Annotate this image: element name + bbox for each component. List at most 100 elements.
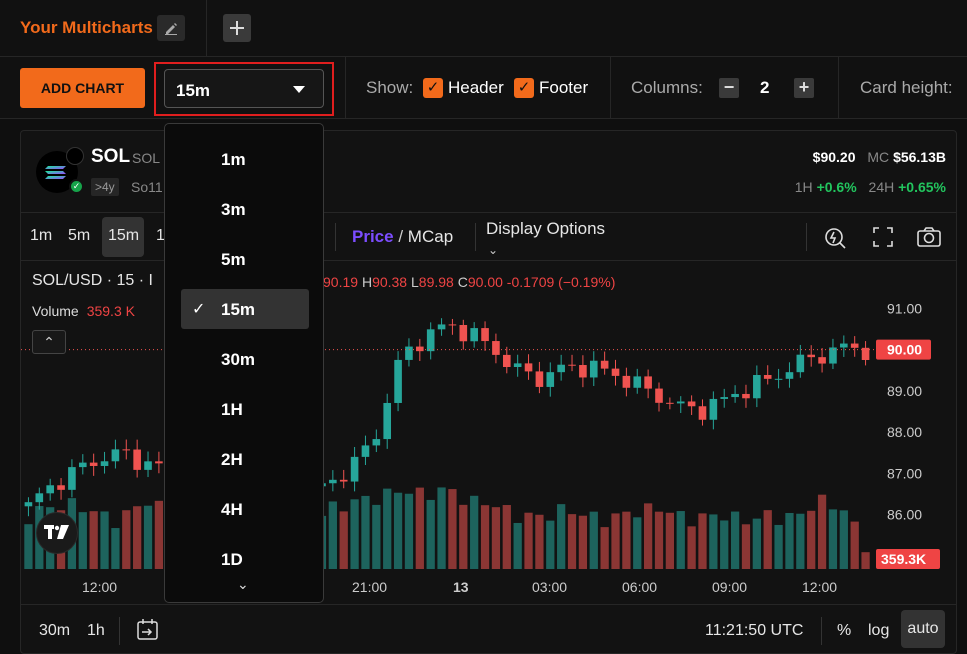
candle-body	[579, 365, 587, 378]
header-checkbox[interactable]: ✓	[423, 78, 443, 98]
chart-legend: SOL/USD · 15 · I	[32, 272, 153, 290]
candlestick-chart[interactable]: 91.0090.0089.0088.0087.0086.0085.0090.00…	[21, 262, 957, 602]
volume-bar	[839, 510, 848, 569]
dropdown-item-1d[interactable]: 1D	[181, 539, 309, 579]
candle-body	[687, 401, 696, 407]
candle-body	[546, 372, 555, 387]
volume-bar	[404, 493, 414, 569]
volume-bar	[491, 507, 501, 569]
candle-body	[416, 346, 424, 352]
volume-bar	[143, 505, 153, 569]
dropdown-item-label: 3m	[221, 200, 246, 219]
columns-decrement-button[interactable]: −	[719, 78, 739, 98]
candle-body	[829, 347, 837, 364]
candle-body	[361, 445, 370, 457]
dropdown-item-4h[interactable]: 4H	[181, 489, 309, 529]
candle-body	[655, 388, 663, 403]
interval-5m[interactable]: 5m	[68, 227, 90, 245]
utc-clock[interactable]: 11:21:50 UTC	[705, 622, 803, 640]
x-tick-label: 12:00	[82, 579, 117, 595]
legend-close: 90.00	[467, 274, 503, 290]
columns-label: Columns:	[631, 78, 703, 97]
indicators-icon[interactable]	[821, 223, 849, 251]
x-tick-label: 03:00	[532, 579, 567, 595]
header-checkbox-label[interactable]: Header	[448, 78, 504, 98]
edit-title-button[interactable]	[157, 15, 185, 41]
collapse-legend-button[interactable]: ⌃	[32, 330, 66, 354]
footer-checkbox[interactable]: ✓	[514, 78, 534, 98]
volume-bar	[122, 510, 131, 569]
multicharts-title[interactable]: Your Multicharts	[20, 18, 153, 38]
interval-1m[interactable]: 1m	[30, 227, 52, 245]
footer-checkbox-label[interactable]: Footer	[539, 78, 588, 98]
volume-bar	[578, 515, 588, 569]
card-height-label: Card height:	[860, 78, 953, 97]
token-price: $90.20	[812, 149, 856, 165]
percent-scale-button[interactable]: %	[837, 622, 851, 640]
dropdown-item-label: 2H	[221, 450, 243, 469]
candle-body	[818, 357, 826, 364]
dropdown-item-5m[interactable]: 5m	[181, 239, 309, 279]
volume-bar	[535, 514, 544, 569]
candle-body	[742, 393, 750, 399]
volume-bar	[111, 528, 120, 569]
columns-increment-button[interactable]: +	[794, 78, 814, 98]
candle-body	[763, 375, 772, 379]
volume-bar	[665, 512, 675, 569]
candle-body	[513, 363, 522, 368]
timeframe-select[interactable]: 15m	[164, 69, 324, 108]
candle-body	[481, 328, 489, 342]
volume-bar	[600, 527, 609, 569]
candle-body	[459, 324, 468, 342]
x-tick-label: 06:00	[622, 579, 657, 595]
h1-change: +0.6%	[816, 179, 857, 195]
dropdown-item-1m[interactable]: 1m	[181, 139, 309, 179]
candle-body	[437, 324, 446, 330]
dropdown-item-3m[interactable]: 3m	[181, 189, 309, 229]
candle-body	[470, 328, 478, 342]
volume-bar	[470, 495, 479, 569]
dropdown-item-label: 5m	[221, 250, 246, 269]
display-options-button[interactable]: Display Options	[486, 219, 605, 239]
candle-body	[666, 402, 674, 404]
candle-body	[850, 343, 859, 348]
range-30m-button[interactable]: 30m	[39, 622, 70, 640]
dropdown-item-label: 4H	[221, 500, 243, 519]
tradingview-logo-icon[interactable]	[36, 512, 78, 554]
token-address[interactable]: So11	[131, 179, 163, 195]
dropdown-item-label: 1D	[221, 550, 243, 569]
volume-bar	[730, 511, 740, 569]
price-toggle[interactable]: Price	[352, 227, 394, 246]
chevron-down-icon[interactable]: ⌄	[237, 576, 249, 593]
candle-body	[502, 354, 511, 368]
y-tick-label: 86.00	[887, 507, 922, 523]
dropdown-item-2h[interactable]: 2H	[181, 439, 309, 479]
candle-body	[100, 461, 109, 466]
dropdown-item-30m[interactable]: 30m	[181, 339, 309, 379]
dropdown-item-15m[interactable]: ✓ 15m	[181, 289, 309, 329]
timeframe-dropdown: 1m 3m 5m ✓ 15m 30m 1H 2H 4H 1D ⌄	[164, 123, 324, 603]
log-scale-button[interactable]: log	[868, 622, 889, 640]
dropdown-item-1h[interactable]: 1H	[181, 389, 309, 429]
add-chart-button[interactable]: ADD CHART	[20, 68, 145, 108]
price-mcap-toggle[interactable]: Price / MCap	[352, 227, 453, 247]
candle-body	[133, 449, 141, 470]
volume-bar	[785, 512, 794, 569]
y-tick-label: 89.00	[887, 383, 922, 399]
volume-bar	[622, 511, 631, 569]
add-tab-button[interactable]	[223, 14, 251, 42]
mc-label: MC	[867, 149, 890, 165]
mcap-toggle[interactable]: MCap	[408, 227, 453, 246]
volume-bar	[513, 522, 522, 569]
chart-plot-area[interactable]: 91.0090.0089.0088.0087.0086.0085.0090.00…	[21, 262, 957, 602]
candle-body	[350, 456, 359, 482]
y-tick-label: 88.00	[887, 424, 922, 440]
auto-scale-button[interactable]: auto	[901, 610, 945, 648]
interval-15m[interactable]: 15m	[108, 227, 139, 245]
goto-date-icon[interactable]	[135, 617, 161, 643]
legend-high-label: H	[361, 274, 373, 290]
fullscreen-icon[interactable]	[869, 223, 897, 251]
pencil-icon	[165, 23, 177, 35]
range-1h-button[interactable]: 1h	[87, 622, 105, 640]
camera-icon[interactable]	[915, 223, 943, 251]
